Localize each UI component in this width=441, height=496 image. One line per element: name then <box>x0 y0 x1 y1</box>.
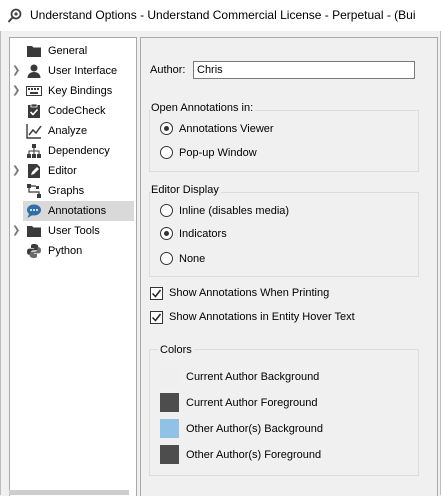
checkmark-icon <box>151 313 162 322</box>
checkbox-show-in-hover-text[interactable] <box>150 311 163 324</box>
tree-item-codecheck[interactable]: CodeCheck <box>10 101 134 121</box>
speech-bubble-icon <box>27 204 41 218</box>
radio-label[interactable]: Annotations Viewer <box>179 123 274 135</box>
hierarchy-icon <box>27 144 41 158</box>
tree-item-dependency[interactable]: Dependency <box>10 141 134 161</box>
radio-label[interactable]: Indicators <box>179 228 227 240</box>
window-title: Understand Options - Understand Commerci… <box>30 8 416 22</box>
tree-item-label: Analyze <box>48 125 88 137</box>
tree-horizontal-scrollbar[interactable] <box>0 490 130 495</box>
tree-item-user-tools[interactable]: ❯ User Tools <box>10 221 134 241</box>
tree-item-graphs[interactable]: Graphs <box>10 181 134 201</box>
clipboard-check-icon <box>28 103 40 118</box>
expand-arrow-icon[interactable]: ❯ <box>12 65 22 77</box>
colors-title: Colors <box>158 344 194 356</box>
author-label: Author: <box>150 64 186 76</box>
tree-item-analyze[interactable]: Analyze <box>10 121 134 141</box>
tree-item-label: Python <box>48 245 83 257</box>
color-label: Current Author Foreground <box>186 397 318 409</box>
tree-item-label: Editor <box>48 165 77 177</box>
open-annotations-title: Open Annotations in: <box>151 102 256 114</box>
color-label: Other Author(s) Foreground <box>186 449 322 461</box>
tree-item-general[interactable]: General <box>10 41 134 61</box>
checkbox-show-when-printing[interactable] <box>150 287 163 300</box>
color-label: Current Author Background <box>186 371 320 383</box>
title-bar[interactable]: Understand Options - Understand Commerci… <box>0 0 441 31</box>
radio-label[interactable]: Pop-up Window <box>179 147 257 159</box>
user-icon <box>27 64 41 78</box>
tree-item-user-interface[interactable]: ❯ User Interface <box>10 61 134 81</box>
tree-item-label: Dependency <box>48 145 110 157</box>
document-edit-icon <box>28 164 40 178</box>
color-label: Other Author(s) Background <box>186 423 323 435</box>
radio-inline[interactable] <box>160 204 173 217</box>
folder-icon <box>27 46 41 57</box>
color-swatch-other-author-foreground[interactable] <box>160 445 179 464</box>
radio-indicators[interactable] <box>160 227 173 240</box>
color-swatch-current-author-foreground[interactable] <box>160 393 179 412</box>
tree-item-editor[interactable]: ❯ Editor <box>10 161 134 181</box>
editor-display-title: Editor Display <box>151 184 221 196</box>
expand-arrow-icon[interactable]: ❯ <box>12 225 22 237</box>
author-input[interactable] <box>193 61 415 79</box>
color-swatch-current-author-background[interactable] <box>160 367 179 386</box>
radio-popup-window[interactable] <box>160 146 173 159</box>
keyboard-icon <box>26 86 42 96</box>
tree-item-key-bindings[interactable]: ❯ Key Bindings <box>10 81 134 101</box>
radio-label[interactable]: None <box>179 253 205 265</box>
tree-item-python[interactable]: Python <box>10 241 134 261</box>
radio-annotations-viewer[interactable] <box>160 122 173 135</box>
expand-arrow-icon[interactable]: ❯ <box>12 165 22 177</box>
color-swatch-other-author-background[interactable] <box>160 419 179 438</box>
python-icon <box>27 244 41 258</box>
tree-item-label: Annotations <box>48 205 107 217</box>
tree-item-label: CodeCheck <box>48 105 106 117</box>
open-annotations-group <box>149 110 419 172</box>
tree-item-label: General <box>48 45 88 57</box>
app-icon <box>7 8 22 23</box>
folder-icon <box>27 226 41 237</box>
tree-item-annotations[interactable]: Annotations <box>23 201 134 221</box>
checkmark-icon <box>151 289 162 298</box>
tree-item-label: User Interface <box>48 65 118 77</box>
expand-arrow-icon[interactable]: ❯ <box>12 85 22 97</box>
tree-item-label: Graphs <box>48 185 85 197</box>
checkbox-label[interactable]: Show Annotations in Entity Hover Text <box>169 311 355 323</box>
chart-icon <box>26 124 42 139</box>
scrollbar-thumb[interactable] <box>9 490 129 495</box>
tree-item-label: Key Bindings <box>48 85 113 97</box>
radio-label[interactable]: Inline (disables media) <box>179 205 289 217</box>
checkbox-label[interactable]: Show Annotations When Printing <box>169 287 329 299</box>
radio-none[interactable] <box>160 252 173 265</box>
tree-item-label: User Tools <box>48 225 100 237</box>
category-tree[interactable]: General ❯ User Interface ❯ Key Bindings … <box>9 37 137 496</box>
graph-icon <box>27 184 41 198</box>
